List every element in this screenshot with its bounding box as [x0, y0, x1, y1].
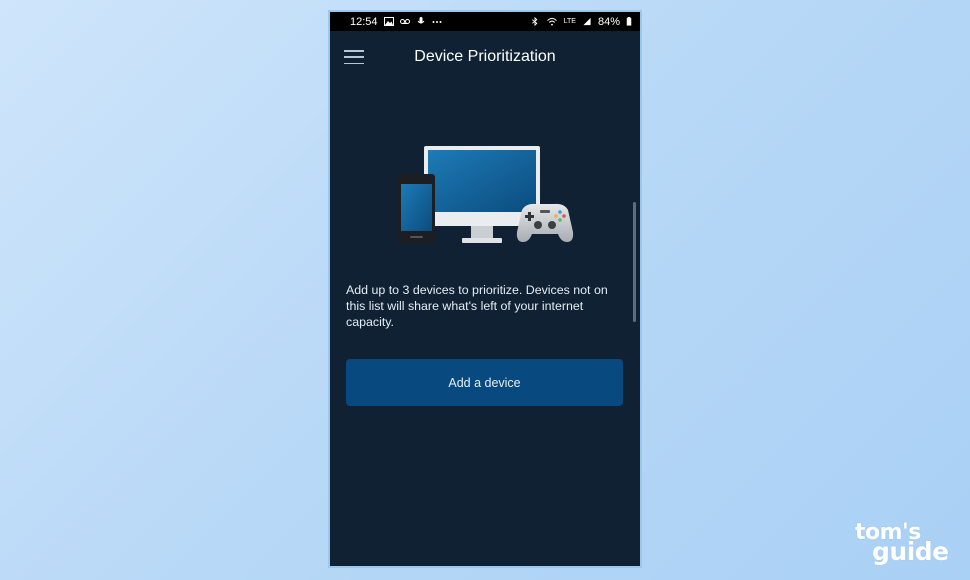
battery-icon — [626, 17, 632, 26]
phone-icon — [398, 174, 435, 244]
status-bar: 12:54 LTE 84% — [330, 12, 640, 31]
add-device-button[interactable]: Add a device — [346, 359, 623, 406]
more-dots-icon — [432, 21, 442, 23]
device-illustration — [398, 146, 574, 244]
status-bar-left: 12:54 — [350, 16, 442, 28]
signal-icon — [583, 17, 591, 26]
game-controller-icon — [516, 203, 574, 242]
battery-percent: 84% — [597, 15, 620, 28]
app-bar: Device Prioritization — [330, 31, 640, 89]
scrollbar[interactable] — [633, 202, 636, 322]
bluetooth-icon — [531, 17, 538, 26]
mic-icon — [417, 17, 424, 24]
page-title: Device Prioritization — [414, 48, 556, 65]
voicemail-icon — [399, 19, 410, 24]
image-icon — [383, 17, 394, 26]
status-bar-right: LTE 84% — [530, 16, 632, 28]
description-text: Add up to 3 devices to prioritize. Devic… — [346, 283, 608, 329]
toms-guide-watermark: tom's guide — [852, 522, 954, 568]
phone-screen: 12:54 LTE 84% Device Prioritization Add … — [328, 10, 642, 568]
watermark-line2: guide — [872, 537, 949, 566]
network-type: LTE — [563, 18, 576, 25]
wifi-icon — [546, 17, 557, 26]
status-time: 12:54 — [350, 15, 378, 28]
